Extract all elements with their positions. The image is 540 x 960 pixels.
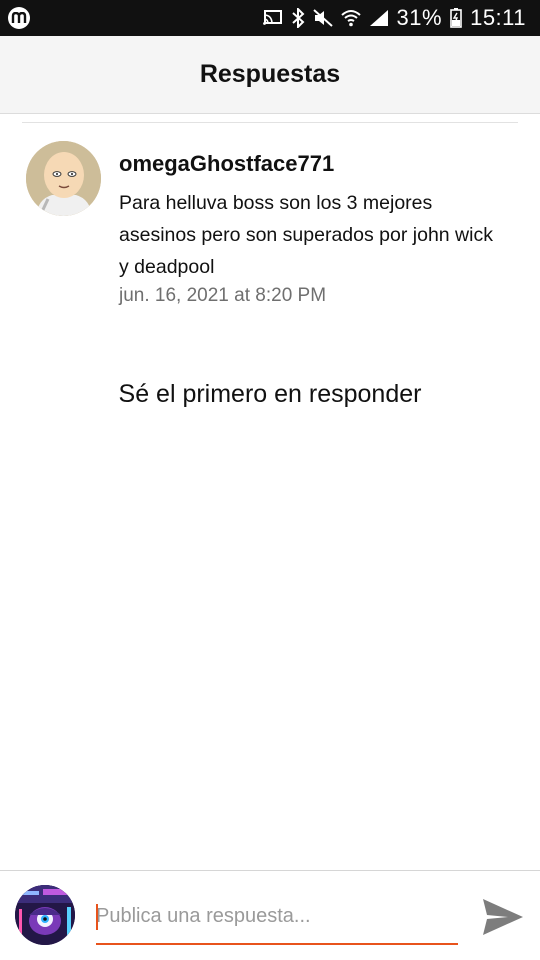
page-title: Respuestas <box>199 60 341 88</box>
comment-text: Para helluva boss son los 3 mejores ases… <box>119 192 493 278</box>
send-icon <box>483 899 523 935</box>
reply-input[interactable] <box>96 897 458 945</box>
clock-time: 15:11 <box>470 5 526 30</box>
battery-percent: 31% <box>396 5 443 30</box>
reply-composer <box>0 870 540 960</box>
comment-body: omegaGhostface771 Para helluva boss son … <box>119 151 499 307</box>
app-badge-icon <box>8 7 30 29</box>
mute-icon <box>312 9 333 27</box>
text-caret <box>96 904 98 930</box>
comment-username[interactable]: omegaGhostface771 <box>119 151 499 177</box>
send-button[interactable] <box>478 895 528 939</box>
signal-icon <box>369 9 389 27</box>
my-avatar[interactable] <box>15 885 75 945</box>
status-bar: 31% 15:11 <box>0 0 540 36</box>
divider <box>22 122 518 123</box>
header-bar: Respuestas <box>0 36 540 114</box>
cast-icon <box>262 10 283 26</box>
status-bar-left <box>8 7 30 29</box>
bluetooth-icon <box>291 8 305 28</box>
comment-timestamp: jun. 16, 2021 at 8:20 PM <box>119 285 327 306</box>
avatar[interactable] <box>26 141 101 216</box>
wifi-icon <box>340 9 361 27</box>
status-bar-right: 31% 15:11 <box>262 5 526 31</box>
empty-replies-message: Sé el primero en responder <box>118 380 422 408</box>
battery-icon <box>450 8 462 28</box>
